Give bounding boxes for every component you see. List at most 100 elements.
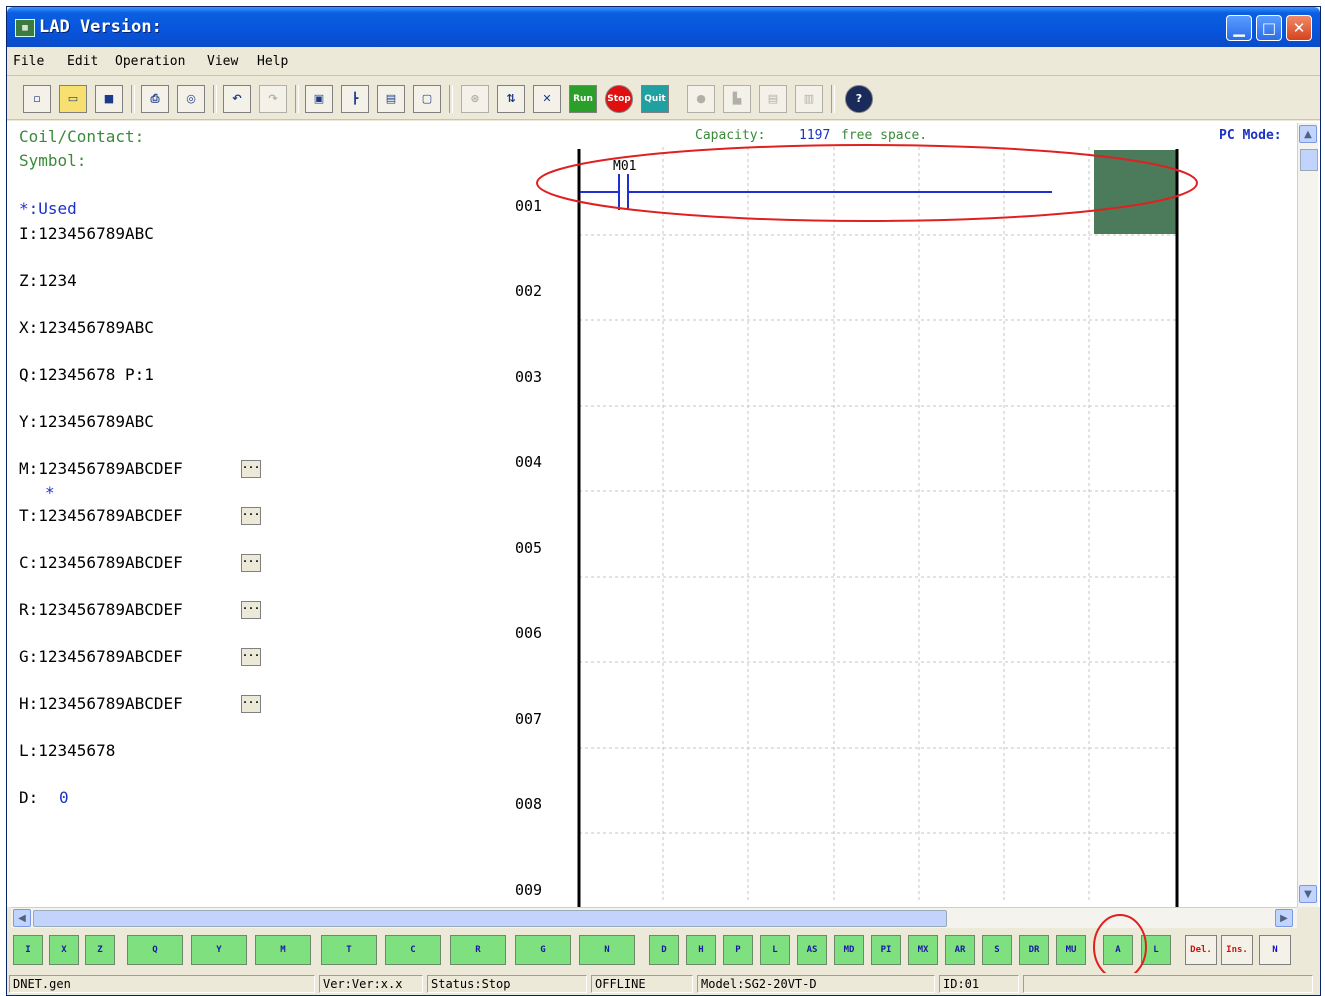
coil-mx-button[interactable]: MX xyxy=(908,935,938,965)
scroll-left-button[interactable]: ◀ xyxy=(13,909,31,927)
magnifier-icon: ◎ xyxy=(186,92,196,105)
scroll-down-button[interactable]: ▼ xyxy=(1299,885,1317,903)
register-h-more-button[interactable]: ... xyxy=(241,695,261,713)
connect-button[interactable]: ⊛ xyxy=(461,85,489,113)
help-icon: ? xyxy=(855,92,863,105)
register-g-more-button[interactable]: ... xyxy=(241,648,261,666)
undo-button[interactable]: ↶ xyxy=(223,85,251,113)
coil-t-button[interactable]: T xyxy=(321,935,377,965)
new-file-button[interactable]: ▫ xyxy=(23,85,51,113)
close-button[interactable]: ✕ xyxy=(1286,15,1312,41)
minimize-icon: ▁ xyxy=(1233,19,1245,37)
cursor-cell[interactable] xyxy=(1094,150,1176,234)
save-icon: ■ xyxy=(103,92,115,105)
vertical-scrollbar[interactable]: ▲ ▼ xyxy=(1297,123,1318,907)
redo-button[interactable]: ↷ xyxy=(259,85,287,113)
scroll-right-button[interactable]: ▶ xyxy=(1275,909,1293,927)
coil-m-button[interactable]: M xyxy=(255,935,311,965)
delete-button[interactable]: Del. xyxy=(1185,935,1217,965)
register-d-value: 0 xyxy=(59,788,69,807)
coil-n-button[interactable]: N xyxy=(579,935,635,965)
used-legend: *:Used xyxy=(19,199,77,218)
register-r: R:123456789ABCDEF xyxy=(19,600,183,619)
print-button[interactable]: ⎙ xyxy=(141,85,169,113)
tools-button[interactable]: ✕ xyxy=(533,85,561,113)
toolbar-separator xyxy=(213,85,217,113)
vertical-scroll-thumb[interactable] xyxy=(1300,149,1318,171)
coil-y-button[interactable]: Y xyxy=(191,935,247,965)
disabled-read-button[interactable]: ▤ xyxy=(759,85,787,113)
coil-g-button[interactable]: G xyxy=(515,935,571,965)
register-m: M:123456789ABCDEF xyxy=(19,459,183,478)
circle-icon: ● xyxy=(696,92,706,105)
menu-help[interactable]: Help xyxy=(257,54,288,69)
maximize-button[interactable]: □ xyxy=(1256,15,1282,41)
save-button[interactable]: ■ xyxy=(95,85,123,113)
transfer-button[interactable]: ⇅ xyxy=(497,85,525,113)
register-t-more-button[interactable]: ... xyxy=(241,507,261,525)
stop-button[interactable]: Stop xyxy=(605,85,633,113)
redo-icon: ↷ xyxy=(268,92,278,105)
new-file-icon: ▫ xyxy=(33,92,41,105)
menu-operation[interactable]: Operation xyxy=(115,54,185,69)
register-m-more-button[interactable]: ... xyxy=(241,460,261,478)
connect-icon: ⊛ xyxy=(470,92,480,105)
work-area: Coil/Contact: Symbol: *:Used I:123456789… xyxy=(7,121,1320,909)
coil-r-button[interactable]: R xyxy=(450,935,506,965)
toolbar: ▫ ▭ ■ ⎙ ◎ ↶ ↷ ▣ ┣ ▤ ▢ ⊛ ⇅ ✕ Run Stop Qui… xyxy=(7,77,1320,120)
write-icon: ▥ xyxy=(803,92,815,105)
main-window: ▦ LAD Version: ▁ □ ✕ File Edit Operation… xyxy=(6,6,1321,996)
symbol-label: Symbol: xyxy=(19,151,87,170)
monitor-button[interactable]: ▣ xyxy=(305,85,333,113)
horizontal-scroll-thumb[interactable] xyxy=(33,910,947,927)
ladder-view-button[interactable]: ┣ xyxy=(341,85,369,113)
function-block-button[interactable]: ▤ xyxy=(377,85,405,113)
ladder-diagram[interactable]: M01 xyxy=(527,141,1237,911)
insert-button[interactable]: Ins. xyxy=(1221,935,1253,965)
menu-bar: File Edit Operation View Help xyxy=(7,49,1320,76)
new-row-button[interactable]: N xyxy=(1259,935,1291,965)
coil-p-button[interactable]: P xyxy=(723,935,753,965)
minimize-button[interactable]: ▁ xyxy=(1226,15,1252,41)
instruction-bar: I X Z Q Y M T C R G N D H P L AS MD PI M… xyxy=(7,914,1320,980)
record-button[interactable]: ● xyxy=(687,85,715,113)
contact-z-button[interactable]: Z xyxy=(85,935,115,965)
arrow-left-icon: ◀ xyxy=(18,913,26,924)
register-y: Y:123456789ABC xyxy=(19,412,154,431)
disabled-write-button[interactable]: ▥ xyxy=(795,85,823,113)
coil-as-button[interactable]: AS xyxy=(797,935,827,965)
status-model: Model:SG2-20VT-D xyxy=(697,975,935,993)
close-icon: ✕ xyxy=(1292,19,1306,37)
scroll-up-button[interactable]: ▲ xyxy=(1299,125,1317,143)
register-r-more-button[interactable]: ... xyxy=(241,601,261,619)
toolbar-separator xyxy=(449,85,453,113)
coil-mu-button[interactable]: MU xyxy=(1056,935,1086,965)
print-preview-button[interactable]: ◎ xyxy=(177,85,205,113)
arrow-up-icon: ▲ xyxy=(1304,129,1312,140)
menu-file[interactable]: File xyxy=(13,54,44,69)
coil-l-button[interactable]: L xyxy=(760,935,790,965)
quit-button[interactable]: Quit xyxy=(641,85,669,113)
coil-pi-button[interactable]: PI xyxy=(871,935,901,965)
coil-ar-button[interactable]: AR xyxy=(945,935,975,965)
contact-x-button[interactable]: X xyxy=(49,935,79,965)
title-bar[interactable]: ▦ LAD Version: ▁ □ ✕ xyxy=(7,7,1320,47)
open-file-button[interactable]: ▭ xyxy=(59,85,87,113)
menu-view[interactable]: View xyxy=(207,54,238,69)
disabled-tool-button[interactable]: ▙ xyxy=(723,85,751,113)
menu-edit[interactable]: Edit xyxy=(67,54,98,69)
coil-s-button[interactable]: S xyxy=(982,935,1012,965)
register-c-more-button[interactable]: ... xyxy=(241,554,261,572)
run-button[interactable]: Run xyxy=(569,85,597,113)
coil-md-button[interactable]: MD xyxy=(834,935,864,965)
coil-q-button[interactable]: Q xyxy=(127,935,183,965)
coil-h-button[interactable]: H xyxy=(686,935,716,965)
help-button[interactable]: ? xyxy=(845,85,873,113)
coil-dr-button[interactable]: DR xyxy=(1019,935,1049,965)
status-extra xyxy=(1023,975,1313,993)
coil-c-button[interactable]: C xyxy=(385,935,441,965)
rung-001[interactable] xyxy=(580,174,1052,210)
hmi-button[interactable]: ▢ xyxy=(413,85,441,113)
contact-i-button[interactable]: I xyxy=(13,935,43,965)
contact-d-button[interactable]: D xyxy=(649,935,679,965)
